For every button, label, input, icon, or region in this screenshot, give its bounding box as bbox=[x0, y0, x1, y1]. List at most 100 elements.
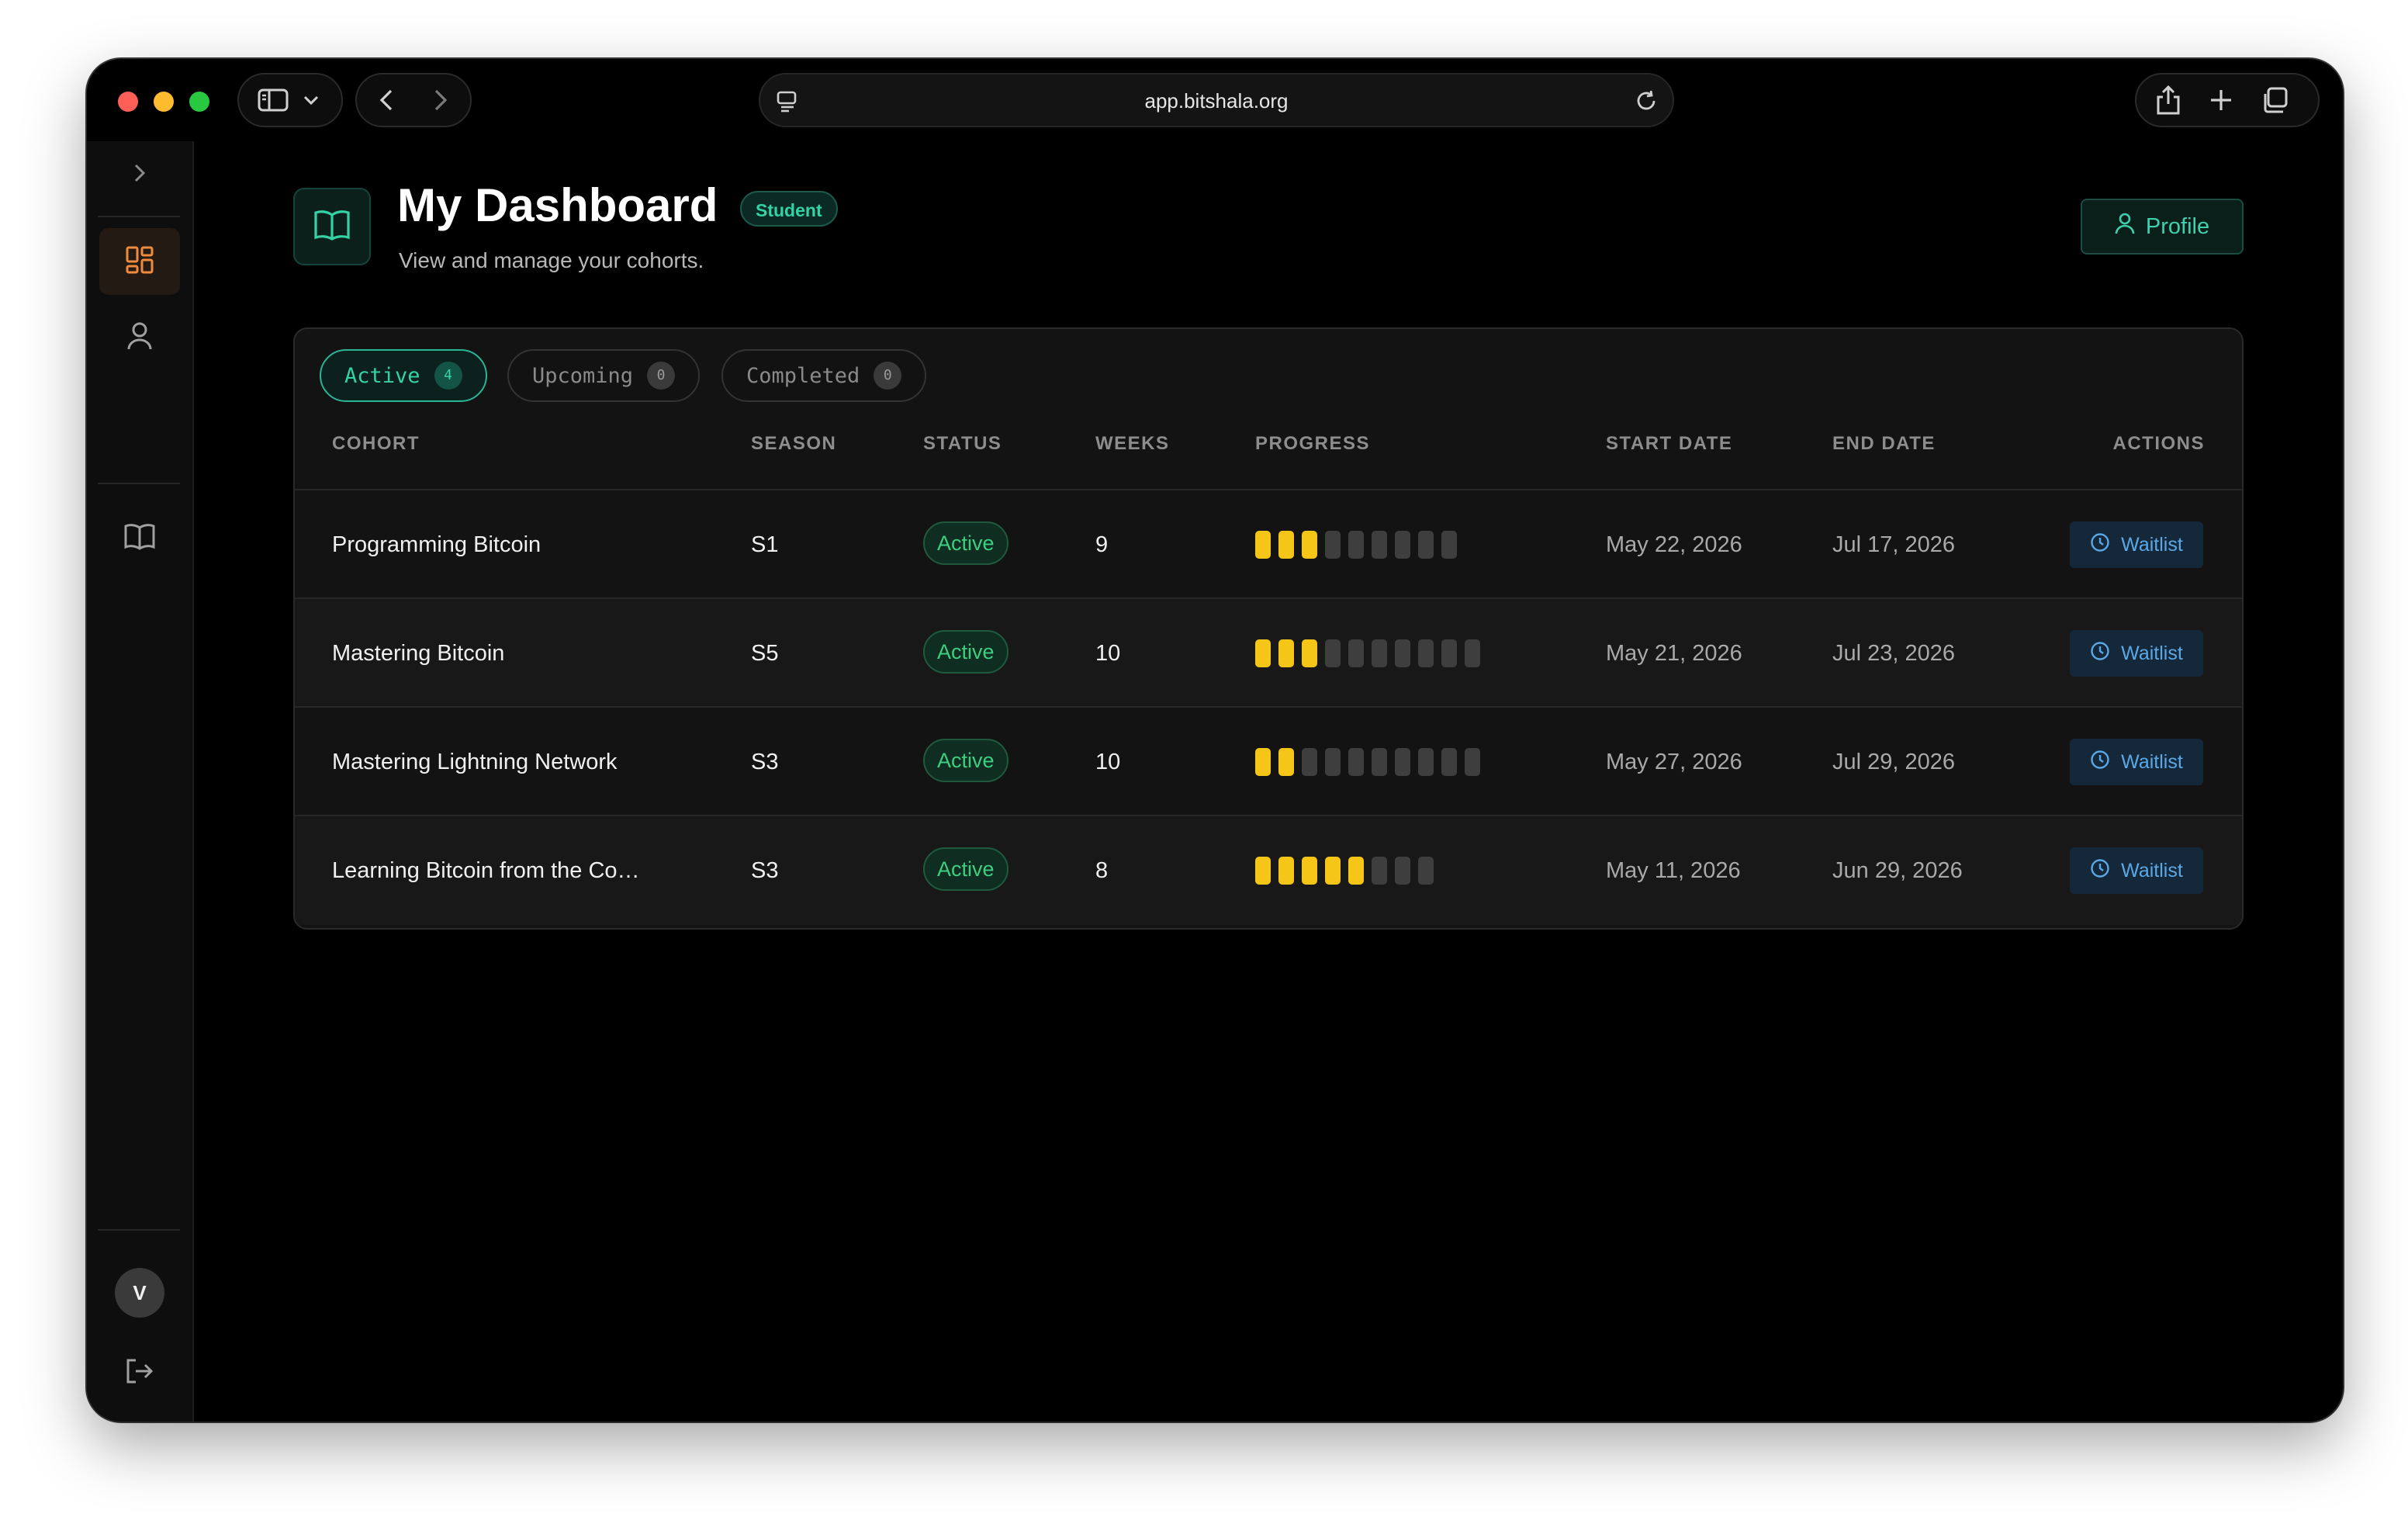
title-bar: app.bitshala.org bbox=[87, 59, 2343, 141]
table-row: Learning Bitcoin from the Co… S3 Active 8 Ma… bbox=[295, 815, 2242, 925]
share-icon[interactable] bbox=[2155, 85, 2181, 116]
sidebar-divider bbox=[98, 483, 180, 484]
status-badge: Active bbox=[923, 847, 1009, 891]
season-cell: S1 bbox=[751, 532, 779, 557]
waitlist-button[interactable]: Waitlist bbox=[2070, 739, 2203, 785]
minimize-window-button[interactable] bbox=[154, 92, 174, 112]
user-icon bbox=[126, 321, 153, 355]
history-nav-group bbox=[355, 73, 472, 127]
progress-segment bbox=[1395, 748, 1410, 776]
tab-upcoming[interactable]: Upcoming 0 bbox=[507, 349, 701, 402]
column-header-end-date: END DATE bbox=[1832, 433, 1936, 454]
progress-segment bbox=[1348, 857, 1364, 885]
progress-segment bbox=[1418, 857, 1434, 885]
tab-completed[interactable]: Completed 0 bbox=[721, 349, 927, 402]
progress-segment bbox=[1348, 639, 1364, 667]
cohort-name[interactable]: Learning Bitcoin from the Co… bbox=[332, 816, 640, 925]
profile-button[interactable]: Profile bbox=[2081, 199, 2244, 255]
sidebar-item-dashboard[interactable] bbox=[99, 228, 180, 295]
cohorts-panel: Active 4 Upcoming 0 Completed 0 COHORT S… bbox=[293, 327, 2244, 930]
progress-segment bbox=[1278, 857, 1294, 885]
start-date-cell: May 22, 2026 bbox=[1606, 532, 1742, 557]
cohort-name[interactable]: Mastering Bitcoin bbox=[332, 599, 504, 708]
progress-segment bbox=[1395, 531, 1410, 559]
column-header-status: STATUS bbox=[923, 433, 1002, 454]
progress-segment bbox=[1465, 748, 1480, 776]
progress-segment bbox=[1348, 531, 1364, 559]
progress-segment bbox=[1372, 857, 1387, 885]
url-text[interactable]: app.bitshala.org bbox=[760, 89, 1673, 113]
waitlist-label: Waitlist bbox=[2121, 533, 2183, 556]
end-date-cell: Jul 17, 2026 bbox=[1832, 532, 1956, 557]
tab-active[interactable]: Active 4 bbox=[320, 349, 487, 402]
cohort-name[interactable]: Programming Bitcoin bbox=[332, 490, 541, 599]
logout-icon bbox=[125, 1357, 154, 1389]
progress-segment bbox=[1255, 748, 1271, 776]
expand-sidebar-button[interactable] bbox=[99, 141, 180, 208]
waitlist-label: Waitlist bbox=[2121, 750, 2183, 773]
clock-icon bbox=[2090, 750, 2110, 775]
profile-button-label: Profile bbox=[2145, 213, 2210, 239]
progress-segment bbox=[1418, 639, 1434, 667]
sidebar-item-cohorts[interactable] bbox=[99, 504, 180, 571]
role-badge: Student bbox=[740, 191, 838, 227]
weeks-cell: 9 bbox=[1095, 532, 1109, 557]
status-badge: Active bbox=[923, 630, 1009, 674]
season-cell: S5 bbox=[751, 641, 779, 666]
new-tab-plus-icon[interactable] bbox=[2209, 88, 2233, 112]
progress-segment bbox=[1255, 857, 1271, 885]
waitlist-button[interactable]: Waitlist bbox=[2070, 630, 2203, 677]
progress-segment bbox=[1441, 531, 1457, 559]
progress-segment bbox=[1278, 531, 1294, 559]
tab-count-badge: 0 bbox=[874, 362, 902, 390]
tab-overview-icon[interactable] bbox=[2261, 86, 2289, 114]
progress-segment bbox=[1255, 639, 1271, 667]
cohort-name[interactable]: Mastering Lightning Network bbox=[332, 708, 618, 816]
waitlist-button[interactable]: Waitlist bbox=[2070, 847, 2203, 894]
weeks-cell: 8 bbox=[1095, 858, 1109, 883]
sidebar-divider bbox=[98, 1229, 180, 1231]
chevron-down-icon[interactable] bbox=[303, 95, 320, 106]
progress-bar bbox=[1255, 531, 1457, 559]
table-row: Programming Bitcoin S1 Active 9 May 22, 2026… bbox=[295, 489, 2242, 599]
end-date-cell: Jul 23, 2026 bbox=[1832, 641, 1956, 666]
waitlist-button[interactable]: Waitlist bbox=[2070, 521, 2203, 568]
sidebar-item-profile[interactable] bbox=[99, 304, 180, 371]
logout-button[interactable] bbox=[99, 1339, 180, 1406]
page-title: My Dashboard bbox=[397, 179, 718, 231]
start-date-cell: May 21, 2026 bbox=[1606, 641, 1742, 666]
avatar[interactable]: V bbox=[115, 1268, 164, 1318]
season-cell: S3 bbox=[751, 750, 779, 774]
tab-count-badge: 4 bbox=[434, 362, 462, 390]
close-window-button[interactable] bbox=[118, 92, 138, 112]
table-row: Mastering Bitcoin S5 Active 10 May 21, 2026 J… bbox=[295, 597, 2242, 708]
progress-segment bbox=[1302, 531, 1317, 559]
chevron-right-icon bbox=[133, 162, 146, 188]
dashboard-grid-icon bbox=[124, 244, 155, 279]
back-arrow-icon[interactable] bbox=[379, 88, 394, 112]
waitlist-label: Waitlist bbox=[2121, 642, 2183, 664]
weeks-cell: 10 bbox=[1095, 750, 1121, 774]
progress-segment bbox=[1465, 639, 1480, 667]
progress-segment bbox=[1278, 748, 1294, 776]
column-header-weeks: WEEKS bbox=[1095, 433, 1170, 454]
forward-arrow-icon[interactable] bbox=[433, 88, 448, 112]
sidebar-toggle-group[interactable] bbox=[237, 73, 343, 127]
tab-label: Upcoming bbox=[532, 363, 634, 388]
progress-bar bbox=[1255, 639, 1480, 667]
progress-segment bbox=[1325, 531, 1341, 559]
weeks-cell: 10 bbox=[1095, 641, 1121, 666]
address-bar[interactable]: app.bitshala.org bbox=[759, 73, 1674, 127]
progress-segment bbox=[1325, 748, 1341, 776]
clock-icon bbox=[2090, 858, 2110, 884]
start-date-cell: May 11, 2026 bbox=[1606, 858, 1741, 883]
sidebar-toggle-icon[interactable] bbox=[258, 88, 289, 113]
status-badge: Active bbox=[923, 739, 1009, 782]
reload-icon[interactable] bbox=[1634, 88, 1659, 117]
progress-segment bbox=[1278, 639, 1294, 667]
maximize-window-button[interactable] bbox=[189, 92, 209, 112]
start-date-cell: May 27, 2026 bbox=[1606, 750, 1742, 774]
progress-segment bbox=[1395, 639, 1410, 667]
progress-segment bbox=[1418, 748, 1434, 776]
progress-segment bbox=[1302, 857, 1317, 885]
